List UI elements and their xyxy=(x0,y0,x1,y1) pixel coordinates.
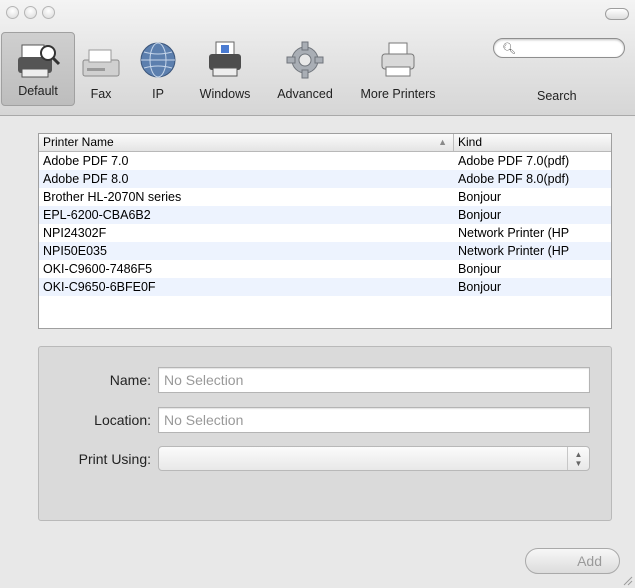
table-row[interactable]: Adobe PDF 8.0 Adobe PDF 8.0(pdf) xyxy=(39,170,611,188)
print-using-label: Print Using: xyxy=(78,451,151,467)
print-using-row: Print Using: ▲ ▼ xyxy=(39,446,613,472)
gear-icon xyxy=(268,36,342,80)
sort-ascending-icon: ▲ xyxy=(438,137,447,147)
location-row: Location: No Selection xyxy=(39,407,613,433)
name-row: Name: No Selection xyxy=(39,367,613,393)
toolbar: Default Fax IP Windows Advanced More Pri… xyxy=(0,32,635,108)
search-icon: 🔍︎ xyxy=(502,43,516,55)
printer-icon xyxy=(348,36,448,80)
tab-ip[interactable]: IP xyxy=(133,36,183,101)
search-control: 🔍︎ xyxy=(493,38,633,58)
toolbar-area: Default Fax IP Windows Advanced More Pri… xyxy=(0,0,635,116)
name-field[interactable]: No Selection xyxy=(158,367,590,393)
table-row[interactable]: NPI50E035 Network Printer (HP xyxy=(39,242,611,260)
tab-more-printers[interactable]: More Printers xyxy=(348,36,448,101)
table-row[interactable]: Brother HL-2070N series Bonjour xyxy=(39,188,611,206)
print-using-select[interactable]: ▲ ▼ xyxy=(158,446,590,471)
stepper-arrows-icon: ▲ ▼ xyxy=(567,447,589,470)
fax-icon xyxy=(74,36,128,80)
search-label: Search xyxy=(537,89,577,103)
tab-advanced[interactable]: Advanced xyxy=(268,36,342,101)
resize-grip-icon[interactable] xyxy=(621,574,633,586)
table-row[interactable]: EPL-6200-CBA6B2 Bonjour xyxy=(39,206,611,224)
window-controls xyxy=(6,6,55,19)
table-row[interactable]: OKI-C9650-6BFE0F Bonjour xyxy=(39,278,611,296)
table-row[interactable]: OKI-C9600-7486F5 Bonjour xyxy=(39,260,611,278)
table-header: Printer Name ▲ Kind xyxy=(39,134,611,152)
add-printer-window: Default Fax IP Windows Advanced More Pri… xyxy=(0,0,635,588)
globe-icon xyxy=(133,36,183,80)
location-label: Location: xyxy=(94,412,151,428)
search-input[interactable] xyxy=(516,41,620,57)
tab-windows[interactable]: Windows xyxy=(190,36,260,101)
windows-printer-icon xyxy=(190,36,260,80)
search-field[interactable]: 🔍︎ xyxy=(493,38,625,58)
name-label: Name: xyxy=(109,372,151,388)
close-window-button[interactable] xyxy=(6,6,19,19)
location-field[interactable]: No Selection xyxy=(158,407,590,433)
toolbar-toggle-button[interactable] xyxy=(605,8,629,20)
minimize-window-button[interactable] xyxy=(24,6,37,19)
printer-details-group: Name: No Selection Location: No Selectio… xyxy=(38,346,612,521)
table-body: Adobe PDF 7.0 Adobe PDF 7.0(pdf) Adobe PD… xyxy=(39,152,611,296)
table-row[interactable]: Adobe PDF 7.0 Adobe PDF 7.0(pdf) xyxy=(39,152,611,170)
printer-list-table: Printer Name ▲ Kind Adobe PDF 7.0 Adobe P… xyxy=(38,133,612,329)
add-button[interactable]: Add xyxy=(525,548,620,574)
tab-default[interactable]: Default xyxy=(1,32,75,106)
tab-fax[interactable]: Fax xyxy=(74,36,128,101)
column-header-kind[interactable]: Kind xyxy=(454,134,611,151)
zoom-window-button[interactable] xyxy=(42,6,55,19)
column-header-printer-name[interactable]: Printer Name ▲ xyxy=(39,134,454,151)
default-printer-icon xyxy=(2,33,74,81)
table-row[interactable]: NPI24302F Network Printer (HP xyxy=(39,224,611,242)
